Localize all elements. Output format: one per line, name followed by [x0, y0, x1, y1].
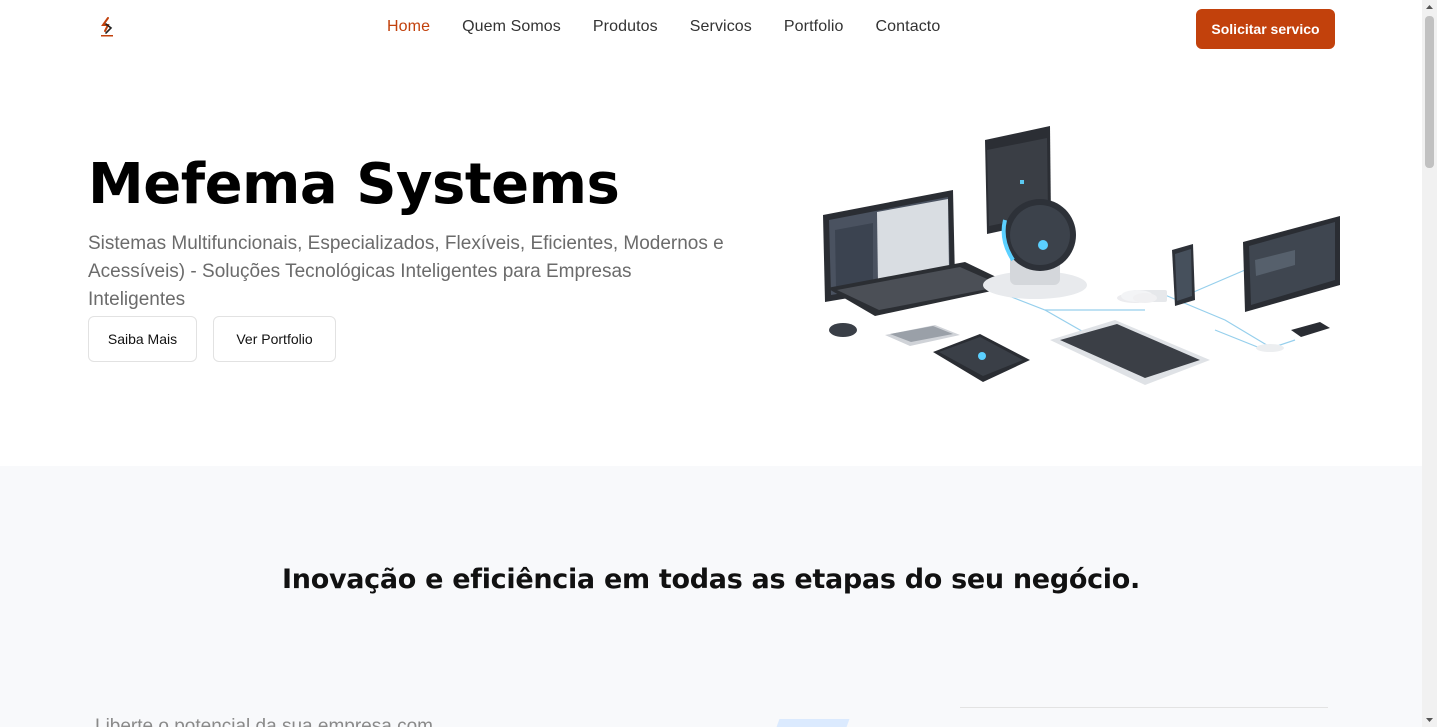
- nav-servicos[interactable]: Servicos: [690, 18, 752, 36]
- section-title: Inovação e eficiência em todas as etapas…: [282, 564, 1140, 595]
- hero-subtitle: Sistemas Multifuncionais, Especializados…: [88, 233, 724, 310]
- nav-produtos[interactable]: Produtos: [593, 18, 658, 36]
- nav-quem-somos[interactable]: Quem Somos: [462, 18, 561, 36]
- features-section: Inovação e eficiência em todas as etapas…: [0, 466, 1422, 727]
- page-scrollbar[interactable]: [1422, 0, 1437, 727]
- nav-contacto[interactable]: Contacto: [876, 18, 941, 36]
- section-divider: [960, 707, 1328, 708]
- saiba-mais-button[interactable]: Saiba Mais: [88, 316, 197, 362]
- nav-portfolio[interactable]: Portfolio: [784, 18, 844, 36]
- hero-title: Mefema Systems: [88, 152, 620, 217]
- solicitar-servico-button[interactable]: Solicitar servico: [1196, 9, 1335, 49]
- site-header: Home Quem Somos Produtos Servicos Portfo…: [0, 0, 1422, 58]
- scrollbar-thumb[interactable]: [1425, 16, 1434, 168]
- connected-devices-illustration: [823, 126, 1340, 385]
- main-nav: Home Quem Somos Produtos Servicos Portfo…: [387, 18, 940, 36]
- scroll-up-arrow-icon[interactable]: [1422, 0, 1437, 15]
- ver-portfolio-button[interactable]: Ver Portfolio: [213, 316, 336, 362]
- nav-home[interactable]: Home: [387, 18, 430, 36]
- scroll-down-arrow-icon[interactable]: [1422, 712, 1437, 727]
- section-intro-text: Liberte o potencial da sua empresa com: [95, 716, 433, 727]
- section-decoration: [776, 719, 850, 727]
- mefema-logo-icon[interactable]: [96, 16, 118, 38]
